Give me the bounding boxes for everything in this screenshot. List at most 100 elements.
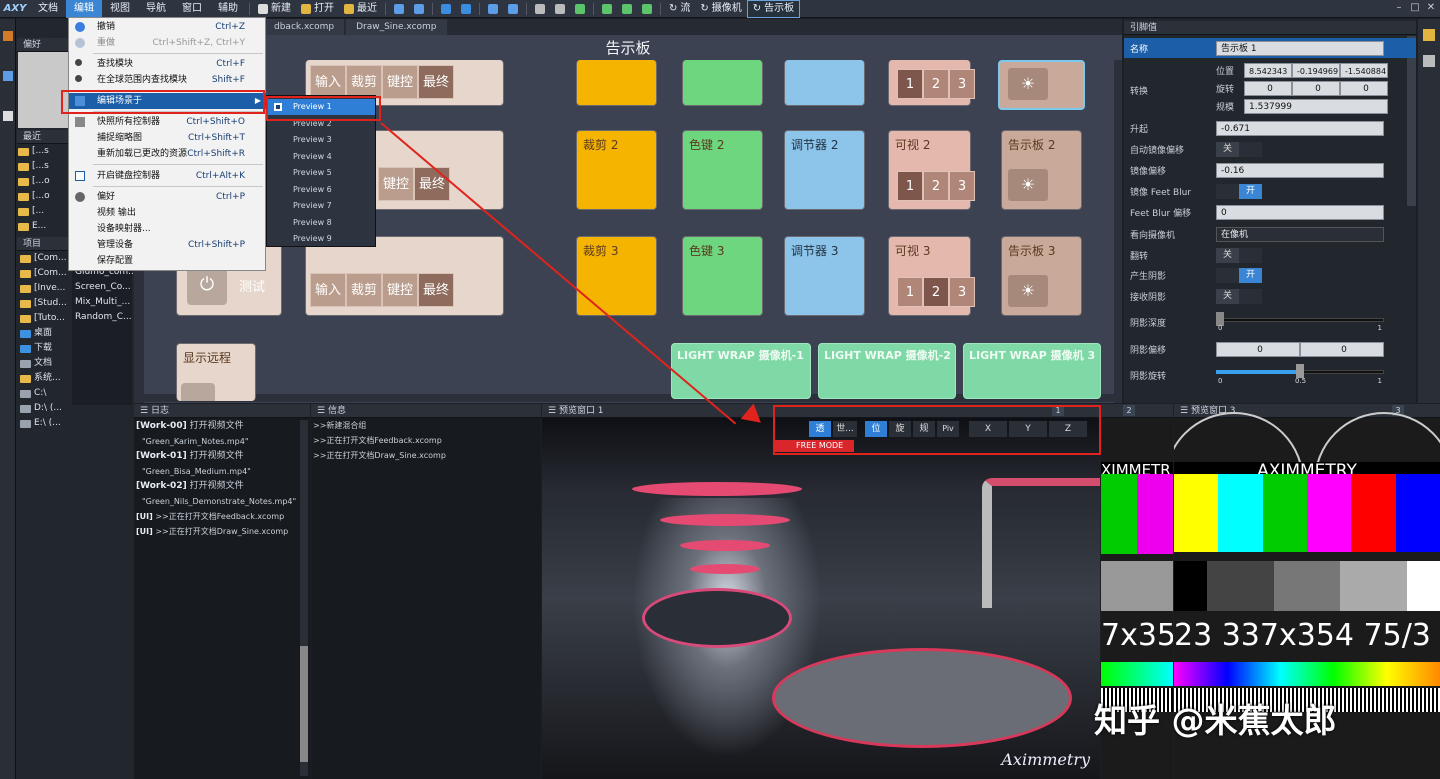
play-icon[interactable]	[436, 0, 456, 18]
new-button[interactable]: 新建	[253, 0, 296, 18]
menu-item-save-config[interactable]: 保存配置	[69, 253, 267, 269]
shadowrot-slider[interactable]: 0 0.5 1	[1216, 364, 1384, 386]
open-button[interactable]: 打开	[296, 0, 339, 18]
minimize-icon[interactable]: –	[1392, 1, 1406, 15]
num-1-button[interactable]: 1	[897, 171, 923, 201]
facecam-select[interactable]: 在像机	[1216, 226, 1384, 242]
gear-icon[interactable]	[1423, 55, 1435, 67]
lightbulb-icon[interactable]: ☀	[1008, 169, 1048, 201]
save-all-icon[interactable]	[409, 0, 429, 18]
billboard-button[interactable]: ↻ 告示板	[746, 0, 801, 18]
list-item[interactable]: [...	[18, 204, 70, 219]
tree-item[interactable]: 桌面	[20, 326, 72, 341]
menu-view[interactable]: 视图	[102, 0, 138, 18]
submenu-preview-4[interactable]: Preview 4	[267, 149, 375, 165]
power-icon[interactable]: ⏻	[187, 265, 227, 305]
tree-item[interactable]: [Com...	[20, 251, 72, 266]
stop-icon[interactable]	[456, 0, 476, 18]
card-adjust-1[interactable]	[784, 60, 865, 106]
tool-icon[interactable]	[1423, 29, 1435, 41]
undo-icon[interactable]	[483, 0, 503, 18]
submenu-preview-7[interactable]: Preview 7	[267, 198, 375, 214]
card-visible-1[interactable]: 1 2 3	[888, 60, 975, 106]
save-icon[interactable]	[389, 0, 409, 18]
mirroroff-field[interactable]: -0.16	[1216, 162, 1384, 178]
list-item[interactable]: [...o	[18, 174, 70, 189]
menu-item-keyboard-ctrl[interactable]: 开启键盘控制器 Ctrl+Alt+K	[69, 168, 267, 184]
card-billboard-1[interactable]: ☀	[998, 60, 1085, 110]
tree-item[interactable]: D:\ (...	[20, 401, 72, 416]
submenu-preview-5[interactable]: Preview 5	[267, 165, 375, 181]
camera-button[interactable]: ↻ 摄像机	[695, 0, 746, 18]
num-3-button[interactable]: 3	[949, 277, 975, 307]
feetbluroff-field[interactable]: 0	[1216, 204, 1384, 220]
lightbulb-icon[interactable]: ☀	[1008, 68, 1048, 100]
key-button[interactable]: 键控	[382, 273, 418, 307]
rot-y-field[interactable]: 0	[1292, 80, 1340, 96]
shadowoff-x-field[interactable]: 0	[1216, 341, 1300, 357]
input-button[interactable]: 输入	[310, 65, 346, 99]
menu-item-preferences[interactable]: 偏好 Ctrl+P	[69, 189, 267, 205]
log-scrollbar[interactable]	[300, 420, 308, 776]
num-1-button[interactable]: 1	[897, 69, 923, 99]
menu-navigate[interactable]: 导航	[138, 0, 174, 18]
num-3-button[interactable]: 3	[949, 69, 975, 99]
lightbulb-icon[interactable]: ☀	[1008, 275, 1048, 307]
final-button[interactable]: 最终	[418, 65, 454, 99]
list-item[interactable]: [...s	[18, 144, 70, 159]
tree-item[interactable]: 文档	[20, 356, 72, 371]
prop-name-row[interactable]: 名称 告示板 1	[1124, 38, 1416, 58]
menu-item-device-mapper[interactable]: 设备映射器...	[69, 221, 267, 237]
card-key-2[interactable]: 色键 2	[682, 130, 763, 210]
num-2-button[interactable]: 2	[923, 171, 949, 201]
list-item[interactable]: Screen_Co...	[72, 280, 132, 295]
submenu-preview-9[interactable]: Preview 9	[267, 231, 375, 247]
list-item[interactable]: Mix_Multi_...	[72, 295, 132, 310]
shadowoff-y-field[interactable]: 0	[1300, 341, 1384, 357]
pos-z-field[interactable]: -1.540884	[1340, 62, 1388, 78]
card-lightwrap-3[interactable]: LIGHT WRAP 摄像机 3	[963, 343, 1101, 399]
num-1-button[interactable]: 1	[897, 277, 923, 307]
recent-button[interactable]: 最近	[339, 0, 382, 18]
submenu-preview-8[interactable]: Preview 8	[267, 215, 375, 231]
list-item[interactable]: [...s	[18, 159, 70, 174]
menu-item-snapshot[interactable]: 快照所有控制器 Ctrl+Shift+O	[69, 114, 267, 130]
flip-toggle[interactable]: 关	[1216, 247, 1262, 263]
scale-field[interactable]: 1.537999	[1244, 98, 1388, 114]
up-icon[interactable]	[597, 0, 617, 18]
menu-item-redo[interactable]: 重做 Ctrl+Shift+Z, Ctrl+Y	[69, 35, 267, 51]
redo-icon[interactable]	[503, 0, 523, 18]
card-key-3[interactable]: 色键 3	[682, 236, 763, 316]
rise-field[interactable]: -0.671	[1216, 120, 1384, 136]
maximize-icon[interactable]: □	[1408, 1, 1422, 15]
menu-item-find-global[interactable]: 在全球范围内查找模块 Shift+F	[69, 72, 267, 88]
num-3-button[interactable]: 3	[949, 171, 975, 201]
submenu-preview-3[interactable]: Preview 3	[267, 132, 375, 148]
tree-item[interactable]: [Com...	[20, 266, 72, 281]
rot-x-field[interactable]: 0	[1244, 80, 1292, 96]
feetblur-toggle[interactable]: 开	[1216, 183, 1262, 199]
menu-item-video-output[interactable]: 视频 输出	[69, 205, 267, 221]
pos-y-field[interactable]: -0.194969	[1292, 62, 1340, 78]
automirror-toggle[interactable]: 关	[1216, 141, 1262, 157]
forward-icon[interactable]	[637, 0, 657, 18]
menu-item-capture-thumb[interactable]: 捕捉缩略图 Ctrl+Shift+T	[69, 130, 267, 146]
key-button[interactable]: 键控	[382, 65, 418, 99]
card-visible-3[interactable]: 可视 3 1 2 3	[888, 236, 975, 316]
name-field[interactable]: 告示板 1	[1216, 40, 1384, 56]
editor-scrollbar[interactable]	[1114, 60, 1122, 403]
card-adjust-3[interactable]: 调节器 3	[784, 236, 865, 316]
tree-item[interactable]: [Inve...	[20, 281, 72, 296]
close-icon[interactable]: ✕	[1424, 1, 1438, 15]
back-icon[interactable]	[617, 0, 637, 18]
menu-window[interactable]: 窗口	[174, 0, 210, 18]
navigate-icon[interactable]	[570, 0, 590, 18]
power-icon[interactable]	[181, 383, 215, 401]
card-billboard-3[interactable]: 告示板 3 ☀	[1001, 236, 1082, 316]
tab-draw-sine[interactable]: Draw_Sine.xcomp	[346, 19, 447, 35]
list-item[interactable]: E...	[18, 219, 70, 234]
preview1-viewport[interactable]: Aximmetry	[542, 418, 1100, 779]
card-remote[interactable]: 显示远程	[176, 343, 256, 401]
card-adjust-2[interactable]: 调节器 2	[784, 130, 865, 210]
card-lightwrap-1[interactable]: LIGHT WRAP 摄像机-1	[671, 343, 811, 399]
